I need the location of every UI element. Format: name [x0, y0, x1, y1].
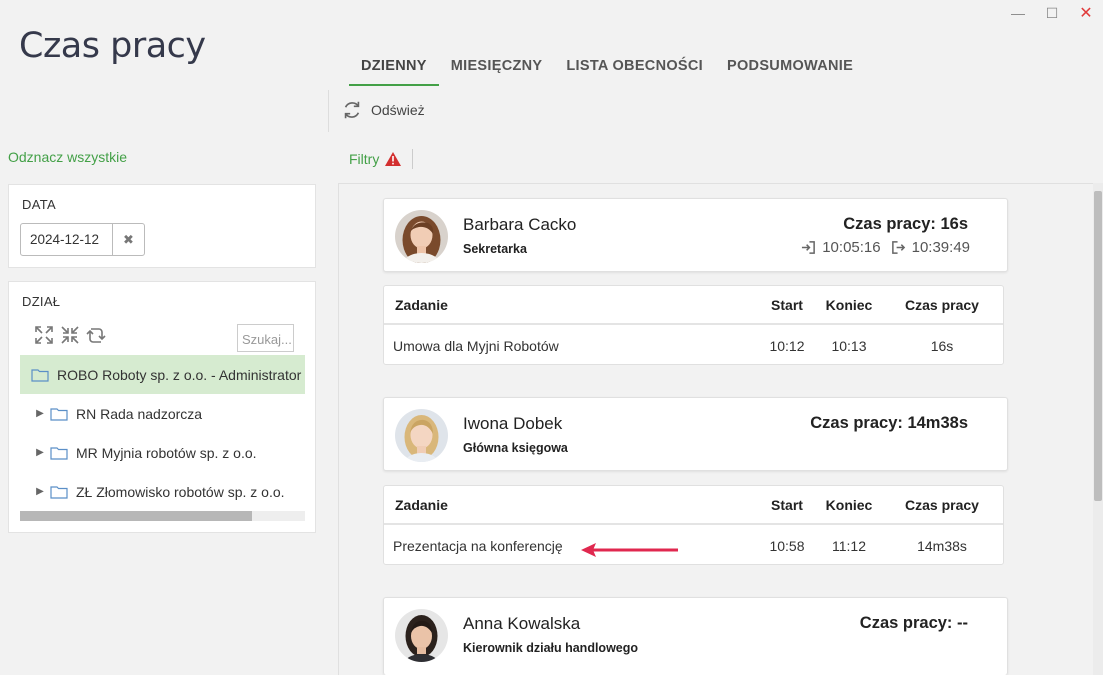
maximize-button[interactable]: ☐: [1035, 4, 1069, 22]
folder-icon: [50, 485, 68, 499]
employee-work-time: Czas pracy: --: [859, 614, 968, 632]
tree-item-robo[interactable]: ROBO Roboty sp. z o.o. - Administrator: [20, 355, 305, 394]
date-panel: DATA 2024-12-12 ✖: [8, 184, 316, 268]
tab-monthly[interactable]: MIESIĘCZNY: [439, 50, 555, 86]
expand-all-icon[interactable]: [33, 324, 55, 346]
header-duration: Czas pracy: [905, 296, 979, 313]
task-table: Zadanie Start Koniec Czas pracy Prezenta…: [383, 485, 1004, 565]
employee-name: Iwona Dobek: [463, 414, 563, 433]
sync-tree-icon[interactable]: [85, 324, 107, 346]
scrollbar-thumb[interactable]: [1094, 191, 1102, 501]
tree-item-label: ROBO Roboty sp. z o.o. - Administrator: [57, 366, 302, 383]
window-controls: — ☐ ✕: [1001, 4, 1103, 23]
employee-role: Główna księgowa: [463, 441, 568, 455]
minimize-button[interactable]: —: [1001, 4, 1035, 22]
tab-attendance-list[interactable]: LISTA OBECNOŚCI: [554, 50, 715, 86]
task-table: Zadanie Start Koniec Czas pracy Umowa dl…: [383, 285, 1004, 365]
task-name: Prezentacja na konferencję: [393, 537, 563, 554]
department-label: DZIAŁ: [22, 294, 61, 309]
department-tree: ROBO Roboty sp. z o.o. - Administrator ▶…: [20, 355, 305, 511]
tree-horizontal-scrollbar[interactable]: [20, 511, 305, 521]
warning-icon: [385, 152, 402, 166]
tree-item-label: MR Myjnia robotów sp. z o.o.: [76, 444, 257, 461]
table-row[interactable]: Umowa dla Myjni Robotów 10:12 10:13 16s: [384, 326, 1003, 365]
task-start: 10:12: [769, 337, 805, 354]
employee-work-time: Czas pracy: 16s: [843, 215, 968, 233]
employee-role: Kierownik działu handlowego: [463, 641, 639, 655]
clock-in-icon: [802, 241, 816, 254]
main-vertical-scrollbar[interactable]: [1093, 183, 1103, 675]
task-table-header: Zadanie Start Koniec Czas pracy: [384, 486, 1003, 525]
header-task: Zadanie: [395, 296, 448, 313]
unmark-all-link[interactable]: Odznacz wszystkie: [8, 149, 127, 165]
avatar: [395, 210, 448, 263]
employee-card[interactable]: Anna Kowalska Kierownik działu handloweg…: [383, 597, 1008, 675]
header-start: Start: [771, 496, 803, 513]
task-table-header: Zadanie Start Koniec Czas pracy: [384, 286, 1003, 325]
tab-summary[interactable]: PODSUMOWANIE: [715, 50, 865, 86]
header-end: Koniec: [825, 296, 873, 313]
scrollbar-thumb[interactable]: [20, 511, 252, 521]
employee-card[interactable]: Barbara Cacko Sekretarka Czas pracy: 16s…: [383, 198, 1008, 272]
filters-button[interactable]: Filtry: [349, 151, 402, 167]
employee-name: Barbara Cacko: [463, 215, 577, 234]
clock-times: 10:05:16 10:39:49: [801, 239, 970, 256]
expand-arrow-icon[interactable]: ▶: [32, 447, 48, 458]
avatar: [395, 409, 448, 462]
task-duration: 14m38s: [917, 537, 967, 554]
folder-icon: [50, 446, 68, 460]
employee-work-time: Czas pracy: 14m38s: [810, 414, 968, 432]
folder-icon: [50, 407, 68, 421]
header-task: Zadanie: [395, 496, 448, 513]
tree-toolbar: [33, 324, 107, 346]
clear-date-icon[interactable]: ✖: [112, 224, 144, 255]
date-label: DATA: [22, 197, 56, 212]
department-search-input[interactable]: Szukaj...: [237, 324, 294, 352]
filters-label: Filtry: [349, 151, 380, 167]
department-panel: DZIAŁ Szukaj... ROBO Roboty sp. z o.o. -…: [8, 281, 316, 533]
date-value[interactable]: 2024-12-12: [21, 224, 112, 255]
clock-out-icon: [891, 241, 905, 254]
employee-name: Anna Kowalska: [463, 614, 581, 633]
close-button[interactable]: ✕: [1069, 4, 1103, 22]
employee-card[interactable]: Iwona Dobek Główna księgowa Czas pracy: …: [383, 397, 1008, 471]
employee-role: Sekretarka: [463, 242, 527, 256]
header-end: Koniec: [825, 496, 873, 513]
header-duration: Czas pracy: [905, 496, 979, 513]
task-name: Umowa dla Myjni Robotów: [393, 337, 559, 354]
folder-icon: [31, 368, 49, 382]
tree-item-zl[interactable]: ▶ ZŁ Złomowisko robotów sp. z o.o.: [20, 472, 305, 511]
date-field[interactable]: 2024-12-12 ✖: [20, 223, 145, 256]
refresh-label: Odśwież: [371, 102, 425, 118]
expand-arrow-icon[interactable]: ▶: [32, 408, 48, 419]
task-end: 11:12: [832, 537, 866, 554]
task-end: 10:13: [831, 337, 867, 354]
task-start: 10:58: [769, 537, 805, 554]
expand-arrow-icon[interactable]: ▶: [32, 486, 48, 497]
tab-daily[interactable]: DZIENNY: [349, 50, 439, 86]
annotation-arrow-icon: [581, 543, 678, 557]
refresh-icon: [344, 101, 360, 119]
avatar: [395, 609, 448, 662]
header-start: Start: [771, 296, 803, 313]
filters-divider: [412, 149, 413, 169]
tree-item-label: RN Rada nadzorcza: [76, 405, 203, 422]
tree-item-mr[interactable]: ▶ MR Myjnia robotów sp. z o.o.: [20, 433, 305, 472]
app-title: Czas pracy: [19, 26, 206, 66]
clock-out-time: 10:39:49: [911, 239, 970, 256]
refresh-button[interactable]: Odśwież: [341, 99, 425, 121]
tab-bar: DZIENNY MIESIĘCZNY LISTA OBECNOŚCI PODSU…: [349, 50, 865, 86]
tree-item-label: ZŁ Złomowisko robotów sp. z o.o.: [76, 483, 285, 500]
collapse-all-icon[interactable]: [59, 324, 81, 346]
tree-item-rn[interactable]: ▶ RN Rada nadzorcza: [20, 394, 305, 433]
table-row[interactable]: Prezentacja na konferencję 10:58 11:12 1…: [384, 526, 1003, 565]
clock-in-time: 10:05:16: [822, 239, 881, 256]
toolbar-divider: [328, 90, 329, 132]
task-duration: 16s: [930, 337, 954, 354]
